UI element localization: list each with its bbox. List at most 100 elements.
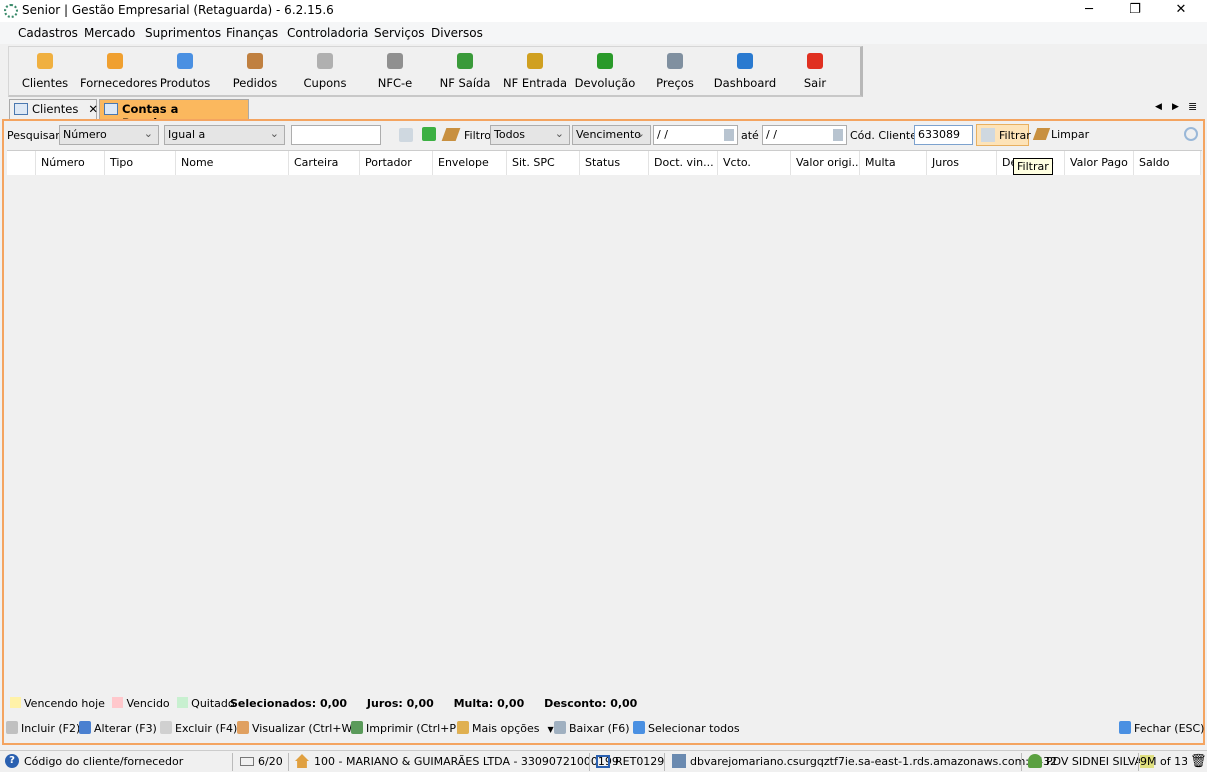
toolbar-pedidos-button[interactable]: Pedidos xyxy=(220,51,290,90)
broom-icon[interactable] xyxy=(441,128,461,141)
client-code-label: Cód. Cliente: xyxy=(850,129,921,142)
column-header[interactable]: Carteira xyxy=(289,151,360,175)
action-incluir-button[interactable]: Incluir (F2) xyxy=(6,721,80,735)
column-header[interactable]: Status xyxy=(580,151,649,175)
selected-value: Vencimento xyxy=(576,128,642,141)
status-bar: ? Código do cliente/fornecedor 6/20 100 … xyxy=(0,750,1207,772)
printer-icon xyxy=(317,53,333,69)
client-code-input[interactable]: 633089 xyxy=(914,125,973,145)
minimize-button[interactable]: ─ xyxy=(1066,0,1112,22)
title-bar: Senior | Gestão Empresarial (Retaguarda)… xyxy=(0,0,1207,22)
trash-icon[interactable]: 🗑 xyxy=(1190,754,1207,769)
toolbar-devolu-o-button[interactable]: Devolução xyxy=(570,51,640,90)
toolbar-pre-os-button[interactable]: Preços xyxy=(640,51,710,90)
column-header[interactable]: Juros xyxy=(927,151,997,175)
column-header[interactable]: Sit. SPC xyxy=(507,151,580,175)
date-from-input[interactable]: / / xyxy=(653,125,738,145)
column-header[interactable]: Doct. vin... xyxy=(649,151,718,175)
fechar-button[interactable]: Fechar (ESC) xyxy=(1119,721,1204,735)
action-visualizar-button[interactable]: Visualizar (Ctrl+W) xyxy=(237,721,357,735)
action-imprimir-button[interactable]: Imprimir (Ctrl+P) xyxy=(351,721,460,735)
dropdown-arrow-icon[interactable]: ▼ xyxy=(548,725,554,734)
refresh-icon[interactable] xyxy=(1184,127,1198,141)
input-field-icon xyxy=(240,757,254,766)
toolbar-fornecedores-button[interactable]: Fornecedores xyxy=(80,51,157,90)
menu-cadastros[interactable]: Cadastros xyxy=(18,26,78,40)
date-to-input[interactable]: / / xyxy=(762,125,847,145)
column-header[interactable]: Envelope xyxy=(433,151,507,175)
dollar-doc-icon xyxy=(457,53,473,69)
search-input[interactable] xyxy=(291,125,381,145)
column-header[interactable]: Saldo xyxy=(1134,151,1201,175)
column-header[interactable]: Vcto. xyxy=(718,151,791,175)
tab-label: Clientes xyxy=(32,102,79,116)
tab-prev-button[interactable]: ◀ xyxy=(1155,102,1162,112)
menu-suprimentos[interactable]: Suprimentos xyxy=(145,26,221,40)
action-baixar-button[interactable]: Baixar (F6) xyxy=(554,721,630,735)
tab-clientes[interactable]: Clientes ✕ xyxy=(9,99,98,119)
status-hint: Código do cliente/fornecedor xyxy=(24,755,184,768)
binoculars-icon xyxy=(667,53,683,69)
color-swatch xyxy=(112,697,124,708)
funnel-icon[interactable] xyxy=(399,128,413,142)
action-excluir-button[interactable]: Excluir (F4) xyxy=(160,721,237,735)
person-icon xyxy=(37,53,53,69)
column-header[interactable]: Tipo xyxy=(105,151,176,175)
calendar-icon[interactable] xyxy=(724,129,734,141)
search-green-icon[interactable] xyxy=(422,127,436,141)
operator-select[interactable]: Igual a ⌄ xyxy=(164,125,285,145)
help-icon: ? xyxy=(5,754,19,768)
button-label: Cupons xyxy=(303,76,347,90)
window-icon xyxy=(14,103,28,115)
user-name: PDV SIDNEI SILVA xyxy=(1046,755,1143,768)
toolbar-dashboard-button[interactable]: Dashboard xyxy=(710,51,780,90)
receivables-table: Número Tipo Nome Carteira Portador Envelope Si… xyxy=(7,150,1202,690)
menu-mercado[interactable]: Mercado xyxy=(84,26,135,40)
tab-contas-a-receber[interactable]: Contas a Receber✕ xyxy=(99,99,249,130)
selected-value: Todos xyxy=(494,128,526,141)
divider xyxy=(664,753,665,771)
menu-financas[interactable]: Finanças xyxy=(226,26,278,40)
menu-controladoria[interactable]: Controladoria xyxy=(287,26,368,40)
restore-button[interactable]: ❐ xyxy=(1112,0,1158,22)
company: 100 - MARIANO & GUIMARÃES LTDA - 3309072… xyxy=(314,755,619,768)
limpar-button[interactable]: Limpar xyxy=(1032,128,1089,141)
toolbar-sair-button[interactable]: Sair xyxy=(780,51,850,90)
tab-close-icon[interactable]: ✕ xyxy=(88,102,98,116)
menu-servicos[interactable]: Serviços xyxy=(374,26,425,40)
gold-doc-icon xyxy=(527,53,543,69)
action-selecionar-todos-button[interactable]: Selecionar todos xyxy=(633,721,740,735)
column-header[interactable]: Valor origi... xyxy=(791,151,860,175)
tab-list-button[interactable]: ≣ xyxy=(1188,100,1197,113)
date-type-select[interactable]: Vencimento ⌄ xyxy=(572,125,651,145)
tab-next-button[interactable]: ▶ xyxy=(1172,102,1179,112)
toolbar-cupons-button[interactable]: Cupons xyxy=(290,51,360,90)
button-label: Filtrar xyxy=(999,129,1031,142)
terminal: RET0129 xyxy=(615,755,665,768)
column-header[interactable]: Nome xyxy=(176,151,289,175)
divider xyxy=(288,753,289,771)
toolbar-nf-sa-da-button[interactable]: NF Saída xyxy=(430,51,500,90)
menu-diversos[interactable]: Diversos xyxy=(431,26,483,40)
action-icon xyxy=(554,721,566,734)
column-header[interactable]: Multa xyxy=(860,151,927,175)
product-icon xyxy=(177,53,193,69)
filtro-select[interactable]: Todos ⌄ xyxy=(490,125,570,145)
calendar-icon[interactable] xyxy=(833,129,843,141)
search-field-select[interactable]: Número ⌄ xyxy=(59,125,159,145)
action-mais-op-es-button[interactable]: Mais opções ▼ xyxy=(457,721,554,735)
action-alterar-button[interactable]: Alterar (F3) xyxy=(79,721,157,735)
toolbar-nfc-e-button[interactable]: NFC-e xyxy=(360,51,430,90)
desconto-value: 0,00 xyxy=(610,697,638,710)
legend-item-quitado: Quitado xyxy=(177,697,235,710)
filtrar-button[interactable]: Filtrar xyxy=(976,124,1031,146)
close-window-button[interactable]: ✕ xyxy=(1158,0,1204,22)
column-header[interactable]: Número xyxy=(36,151,105,175)
toolbar-produtos-button[interactable]: Produtos xyxy=(150,51,220,90)
column-header[interactable]: Portador xyxy=(360,151,433,175)
date-value: / / xyxy=(657,128,668,141)
toolbar-nf-entrada-button[interactable]: NF Entrada xyxy=(500,51,570,90)
toolbar-clientes-button[interactable]: Clientes xyxy=(10,51,80,90)
column-header[interactable]: Valor Pago xyxy=(1065,151,1134,175)
ate-label: até xyxy=(741,129,759,142)
